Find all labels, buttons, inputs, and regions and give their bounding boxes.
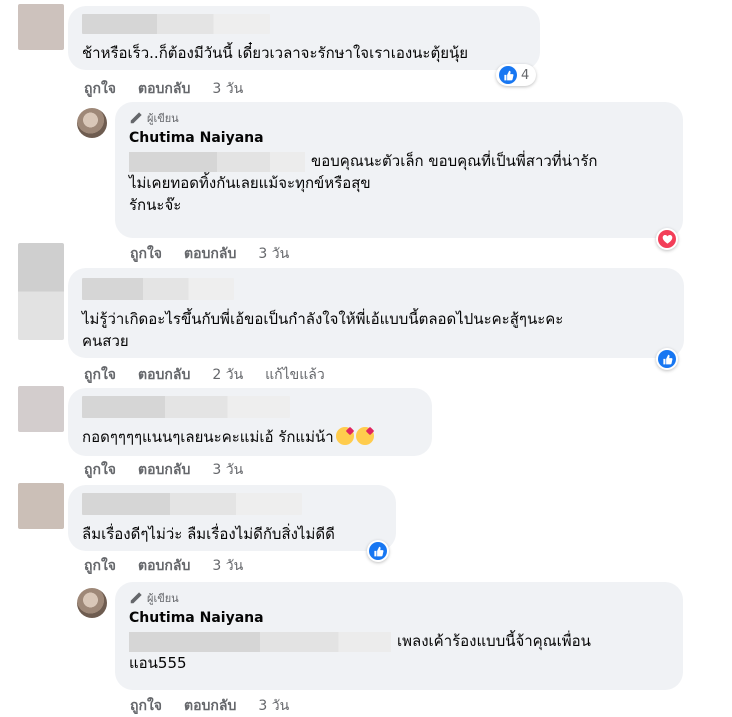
blurred-name[interactable] <box>82 278 234 300</box>
author-avatar[interactable] <box>77 588 107 618</box>
like-link[interactable]: ถูกใจ <box>84 459 116 481</box>
reply-link[interactable]: ตอบกลับ <box>138 78 190 100</box>
comment-text-line-1: ไม่รู้ว่าเกิดอะไรขึ้นกับพี่เอ้ขอเป็นกำลั… <box>82 310 564 328</box>
comment-actions: ถูกใจ ตอบกลับ 3 วัน <box>84 78 243 100</box>
timestamp[interactable]: 3 วัน <box>212 459 243 481</box>
like-link[interactable]: ถูกใจ <box>84 555 116 577</box>
author-badge: ผู้เขียน <box>129 590 669 606</box>
author-badge-label: ผู้เขียน <box>147 112 179 125</box>
comment-actions: ถูกใจ ตอบกลับ 3 วัน <box>130 243 289 265</box>
commenter-avatar[interactable] <box>18 4 64 50</box>
comment-bubble: กอดๆๆๆๆแนนๆเลยนะคะแม่เอ้ รักแม่น้า <box>68 388 432 456</box>
timestamp[interactable]: 3 วัน <box>258 243 289 265</box>
comment-text-line-2: แอน555 <box>129 654 187 672</box>
timestamp[interactable]: 3 วัน <box>258 695 289 717</box>
timestamp[interactable]: 2 วัน <box>212 364 243 386</box>
blurred-name[interactable] <box>82 14 270 34</box>
author-badge-label: ผู้เขียน <box>147 592 179 605</box>
blurred-name[interactable] <box>82 493 302 515</box>
kissing-heart-emoji <box>335 427 354 445</box>
comment-actions: ถูกใจ ตอบกลับ 3 วัน <box>84 459 243 481</box>
reaction-love[interactable] <box>656 228 678 250</box>
reaction-like[interactable] <box>656 348 678 370</box>
comment-bubble: ผู้เขียน Chutima Naiyana เพลงเค้าร้องแบบ… <box>115 582 683 690</box>
comment-bubble: ผู้เขียน Chutima Naiyana ขอบคุณนะตัวเล็ก… <box>115 102 683 238</box>
commenter-avatar[interactable] <box>18 243 64 340</box>
comment-text-line-1: ขอบคุณนะตัวเล็ก ขอบคุณที่เป็นพี่สาวที่น่… <box>129 150 669 172</box>
heart-icon <box>658 230 676 248</box>
like-link[interactable]: ถูกใจ <box>130 695 162 717</box>
kissing-heart-emoji <box>355 427 374 445</box>
comment-text-line-3: รักนะจ๊ะ <box>129 196 182 214</box>
edited-label[interactable]: แก้ไขแล้ว <box>265 364 325 386</box>
blurred-name[interactable] <box>82 396 290 418</box>
timestamp[interactable]: 3 วัน <box>212 555 243 577</box>
comment-text-content: กอดๆๆๆๆแนนๆเลยนะคะแม่เอ้ รักแม่น้า <box>82 428 334 446</box>
reaction-count-label: 4 <box>521 67 530 83</box>
comment-text: เพลงเค้าร้องแบบนี้จ้าคุณเพื่อน <box>397 632 591 650</box>
comment-text: ช้าหรือเร็ว..ก็ต้องมีวันนี้ เดี๋ยวเวลาจะ… <box>82 44 469 62</box>
blurred-mention[interactable] <box>129 151 305 172</box>
reply-link[interactable]: ตอบกลับ <box>184 695 236 717</box>
thumbs-up-icon <box>369 542 387 560</box>
reply-link[interactable]: ตอบกลับ <box>138 459 190 481</box>
thumbs-up-icon <box>658 350 676 368</box>
reaction-like[interactable] <box>367 540 389 562</box>
author-name[interactable]: Chutima Naiyana <box>129 128 669 148</box>
commenter-avatar[interactable] <box>18 386 64 432</box>
like-link[interactable]: ถูกใจ <box>84 78 116 100</box>
comment-text: ขอบคุณนะตัวเล็ก ขอบคุณที่เป็นพี่สาวที่น่… <box>311 152 598 170</box>
like-link[interactable]: ถูกใจ <box>84 364 116 386</box>
blurred-mention[interactable] <box>129 631 391 652</box>
comment-text-line-2: คนสวย <box>82 332 129 350</box>
timestamp[interactable]: 3 วัน <box>212 78 243 100</box>
pencil-icon <box>130 592 142 604</box>
comment-actions: ถูกใจ ตอบกลับ 3 วัน <box>84 555 243 577</box>
thumbs-up-icon <box>499 66 517 84</box>
like-link[interactable]: ถูกใจ <box>130 243 162 265</box>
reply-link[interactable]: ตอบกลับ <box>138 555 190 577</box>
comment-actions: ถูกใจ ตอบกลับ 3 วัน <box>130 695 289 717</box>
comment-text: กอดๆๆๆๆแนนๆเลยนะคะแม่เอ้ รักแม่น้า <box>82 426 418 448</box>
comment-text-line-2: ไม่เคยทอดทิ้งกันเลยแม้จะทุกข์หรือสุข <box>129 174 371 192</box>
comment-bubble: ลืมเรื่องดีๆไม่ว่ะ ลืมเรื่องไม่ดีกับสิ่ง… <box>68 485 396 551</box>
comment-actions: ถูกใจ ตอบกลับ 2 วัน แก้ไขแล้ว <box>84 364 325 386</box>
author-name[interactable]: Chutima Naiyana <box>129 608 669 628</box>
pencil-icon <box>130 112 142 124</box>
author-badge: ผู้เขียน <box>129 110 669 126</box>
commenter-avatar[interactable] <box>18 483 64 529</box>
comment-text-line-1: เพลงเค้าร้องแบบนี้จ้าคุณเพื่อน <box>129 630 669 652</box>
reply-link[interactable]: ตอบกลับ <box>138 364 190 386</box>
reaction-count[interactable]: 4 <box>496 64 537 86</box>
reply-link[interactable]: ตอบกลับ <box>184 243 236 265</box>
comment-bubble: ช้าหรือเร็ว..ก็ต้องมีวันนี้ เดี๋ยวเวลาจะ… <box>68 6 540 70</box>
author-avatar[interactable] <box>77 108 107 138</box>
comment-bubble: ไม่รู้ว่าเกิดอะไรขึ้นกับพี่เอ้ขอเป็นกำลั… <box>68 268 684 358</box>
comment-text: ลืมเรื่องดีๆไม่ว่ะ ลืมเรื่องไม่ดีกับสิ่ง… <box>82 525 335 543</box>
